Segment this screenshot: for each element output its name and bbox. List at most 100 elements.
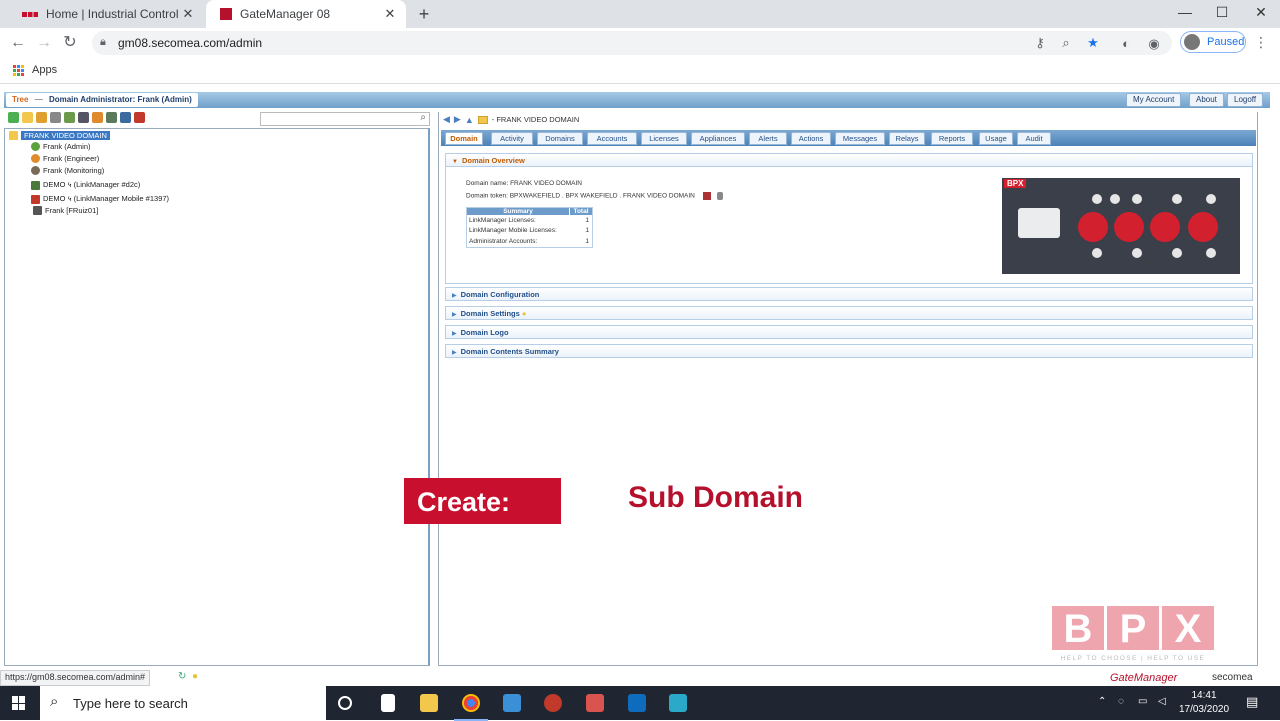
domain-overview-header[interactable]: ▼ Domain Overview [445,153,1253,167]
banner-icon [1132,194,1142,204]
tab-actions[interactable]: Actions [791,132,831,145]
tree-node-account[interactable]: Frank (Monitoring) [31,166,104,175]
reload-icon[interactable]: ↻ [60,33,80,53]
minimize-button[interactable]: — [1170,4,1200,20]
alert-icon[interactable] [120,112,131,123]
cortana-icon[interactable] [338,696,352,710]
tab-messages[interactable]: Messages [835,132,885,145]
tab-activity[interactable]: Activity [491,132,533,145]
zoom-icon[interactable]: ⌕ [1058,35,1074,51]
refresh-icon[interactable] [8,112,19,123]
bpx-favicon-icon [22,11,38,17]
tree-node-linkmanager[interactable]: DEMO ५ (LinkManager #d2c) [31,180,140,190]
edit-icon[interactable] [64,112,75,123]
key-icon[interactable]: ⚷ [1032,35,1048,51]
copy-token-icon[interactable] [702,192,711,200]
bookmark-apps[interactable]: Apps [32,64,57,76]
domain-logo-section[interactable]: ▶ Domain Logo [445,325,1253,339]
chevron-up-icon[interactable]: ⌃ [1098,696,1106,707]
toolbox-icon[interactable] [134,112,145,123]
file-explorer-icon[interactable] [420,694,438,712]
extension-icon[interactable]: ◐ [1118,36,1134,51]
new-account-icon[interactable] [92,112,103,123]
tab-reports[interactable]: Reports [931,132,973,145]
maximize-button[interactable]: ☐ [1207,4,1237,21]
chevron-right-icon: ▶ [452,312,457,318]
banner-icon [1092,248,1102,258]
breadcrumb-tree[interactable]: Tree [12,95,28,104]
logoff-button[interactable]: Logoff [1227,93,1264,107]
forward-icon[interactable]: → [34,33,54,53]
section-title: ▶ Domain Logo [452,328,509,337]
taskbar-search-input[interactable]: ⌕ Type here to search [40,686,326,720]
total-header: Total [573,208,589,215]
task-view-icon[interactable] [381,694,395,712]
new-tab-button[interactable]: + [414,4,434,25]
bookmark-star-icon[interactable]: ★ [1085,35,1101,51]
nav-forward-icon[interactable]: ▶ [454,114,461,125]
refresh-icon[interactable]: ↻ [178,671,186,682]
domain-contents-summary-section[interactable]: ▶ Domain Contents Summary [445,344,1253,358]
network-icon[interactable]: ◌ [1118,696,1124,707]
outlook-icon[interactable] [628,694,646,712]
new-folder-icon[interactable] [36,112,47,123]
row-label: LinkManager Mobile Licenses: [469,227,557,235]
nav-back-icon[interactable]: ◀ [443,114,450,125]
tab-domain[interactable]: Domain [445,132,483,145]
address-url[interactable]: gm08.secomea.com/admin [118,36,262,50]
tree-node-root-domain[interactable]: FRANK VIDEO DOMAIN [9,131,110,140]
tools-icon[interactable] [50,112,61,123]
tab-accounts[interactable]: Accounts [587,132,637,145]
tab-alerts[interactable]: Alerts [749,132,787,145]
close-icon[interactable]: ✕ [178,6,198,22]
menu-icon[interactable]: ⋮ [1254,34,1268,51]
nav-up-icon[interactable]: ▲ [465,115,474,125]
notifications-icon[interactable]: ▤ [1246,694,1258,710]
profile-paused-button[interactable]: Paused [1180,31,1246,53]
tab-audit[interactable]: Audit [1017,132,1051,145]
domain-name: Domain name: FRANK VIDEO DOMAIN [466,180,582,187]
tab-relays[interactable]: Relays [889,132,925,145]
tab-appliances[interactable]: Appliances [691,132,745,145]
address-bar[interactable]: 🔒︎ gm08.secomea.com/admin ⚷ ⌕ ★ [92,31,1172,55]
search-icon[interactable]: ⌕ [420,112,426,123]
my-account-button[interactable]: My Account [1126,93,1182,107]
browser-tab-home[interactable]: Home | Industrial Control & Auto ✕ [8,0,204,28]
gatemanager-app: Tree — Domain Administrator: Frank (Admi… [0,86,1280,670]
chrome-icon[interactable] [454,694,488,721]
row-label: LinkManager Licenses: [469,216,536,224]
remote-desktop-icon[interactable] [669,694,687,712]
battery-icon[interactable]: ▭ [1138,696,1147,707]
windows-start-icon[interactable] [12,696,26,710]
back-icon[interactable]: ← [8,33,28,53]
tree-node-account[interactable]: Frank (Admin) [31,142,91,151]
appliance-icon[interactable] [78,112,89,123]
apps-grid-icon[interactable] [12,64,24,76]
mail-icon[interactable] [503,694,521,712]
browser-tab-gatemanager[interactable]: GateManager 08 ✕ [206,0,406,28]
tree-node-account[interactable]: Frank (Engineer) [31,154,99,163]
about-button[interactable]: About [1189,93,1224,107]
row-value: 1 [585,237,589,245]
security-icon[interactable] [586,694,604,712]
close-icon[interactable]: ✕ [380,6,400,22]
tab-licenses[interactable]: Licenses [641,132,687,145]
section-title-text: Domain Contents Summary [460,347,559,356]
domain-settings-section[interactable]: ▶ Domain Settings ● [445,306,1253,320]
tree-node-appliance[interactable]: Frank [FRuiz01] [33,206,98,215]
tab-domains[interactable]: Domains [537,132,583,145]
tree-search-input[interactable]: ⌕ [260,112,430,126]
window-close-button[interactable]: ✕ [1246,4,1276,21]
app-icon[interactable] [544,694,562,712]
token-info-icon[interactable] [716,192,723,200]
tree-node-linkmanager-mobile[interactable]: DEMO ५ (LinkManager Mobile #1397) [31,194,169,204]
volume-icon[interactable]: ◁ [1158,696,1166,707]
user-icon [31,154,40,163]
tab-usage[interactable]: Usage [979,132,1013,145]
new-domain-icon[interactable] [22,112,33,123]
extension-icon[interactable]: ◉ [1146,36,1162,52]
taskbar-clock[interactable]: 14:41 17/03/2020 [1172,689,1236,717]
linkmanager-icon[interactable] [106,112,117,123]
banner-circle [1150,212,1180,242]
domain-configuration-section[interactable]: ▶ Domain Configuration [445,287,1253,301]
